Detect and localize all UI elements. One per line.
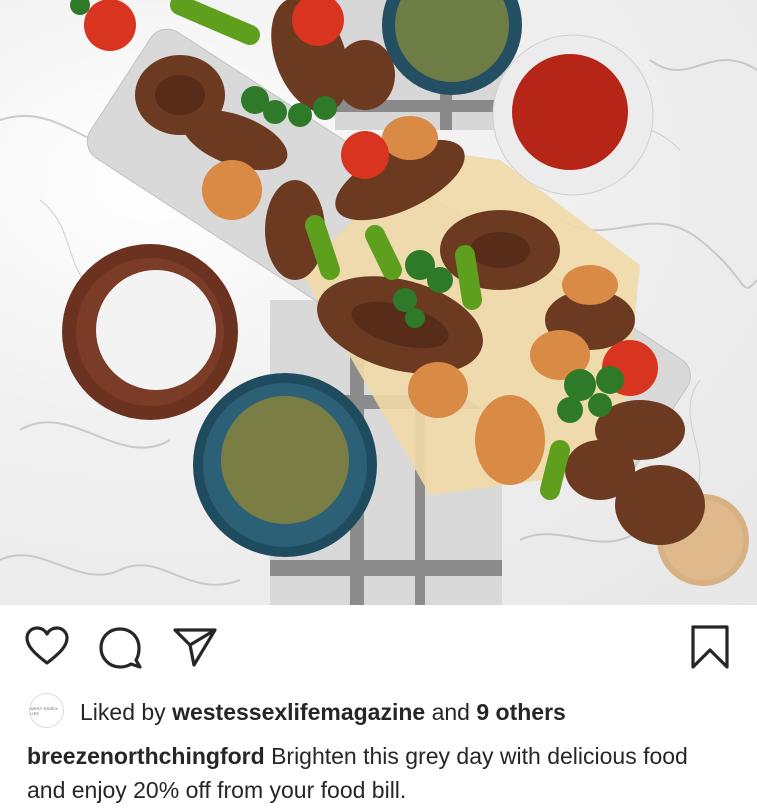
grill-platter-illustration [0,0,757,605]
bookmark-icon[interactable] [690,624,730,670]
comment-bubble-icon[interactable] [99,627,143,669]
avatar-logo-text: WEST ESSEX LIFE [30,705,58,716]
post-caption: breezenorthchingford Brighten this grey … [27,739,727,807]
liked-by-text: Liked by westessexlifemagazine and 9 oth… [80,699,566,725]
heart-icon[interactable] [24,626,70,666]
caption-username-link[interactable]: breezenorthchingford [27,743,265,769]
liked-by-prefix: Liked by [80,699,166,725]
post-action-bar [0,605,757,690]
paper-plane-icon[interactable] [172,626,218,668]
liked-by-middle: and [431,699,470,725]
liked-by-row: WEST ESSEX LIFE Liked by westessexlifema… [0,690,757,732]
liked-by-others-link[interactable]: 9 others [476,699,565,725]
post-photo[interactable] [0,0,757,605]
avatar[interactable]: WEST ESSEX LIFE [29,693,64,728]
instagram-post: WEST ESSEX LIFE Liked by westessexlifema… [0,0,757,808]
liked-by-user-link[interactable]: westessexlifemagazine [172,699,425,725]
